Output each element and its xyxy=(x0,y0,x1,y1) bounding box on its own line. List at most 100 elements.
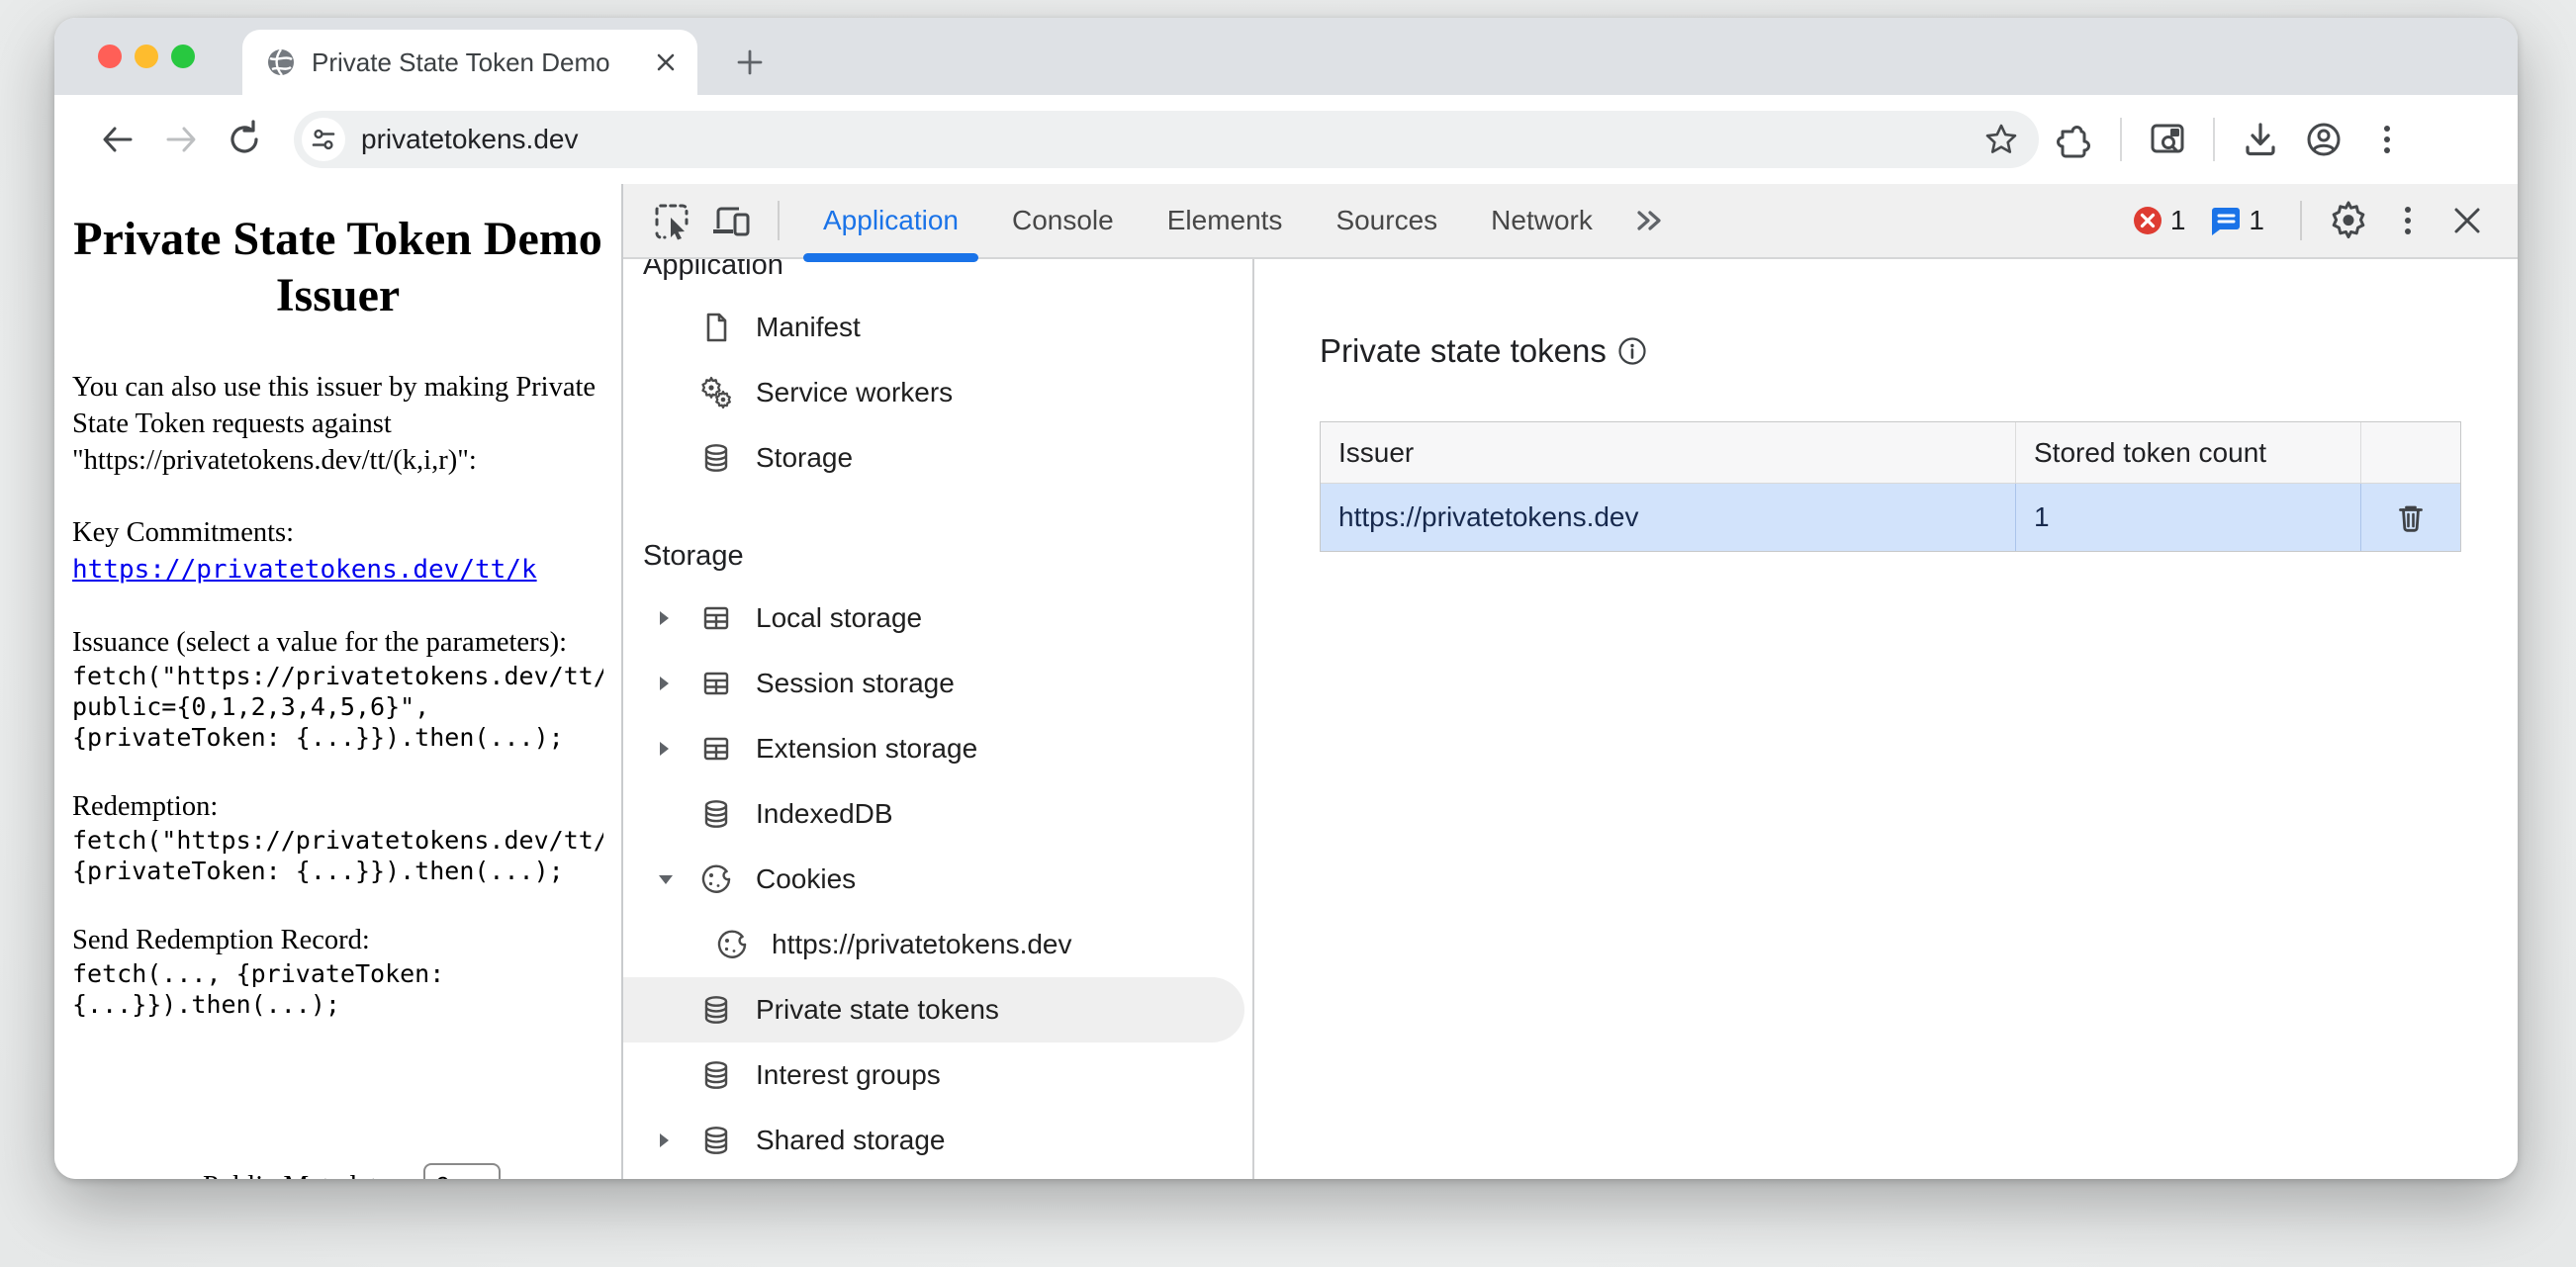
grid-icon xyxy=(696,668,736,699)
browser-tab[interactable]: Private State Token Demo xyxy=(242,30,697,95)
tab-strip: Private State Token Demo xyxy=(54,18,2518,95)
message-badge[interactable]: 1 xyxy=(2209,204,2264,237)
settings-gear-icon[interactable] xyxy=(2324,196,2373,245)
error-badge[interactable]: 1 xyxy=(2131,204,2186,237)
chevron-right-icon[interactable] xyxy=(657,1131,696,1149)
toolbar-divider xyxy=(2120,118,2122,161)
toolbar-divider xyxy=(2300,201,2302,240)
sidebar-item-interest-groups[interactable]: Interest groups xyxy=(623,1042,1252,1108)
message-count: 1 xyxy=(2249,205,2264,236)
chevron-down-icon[interactable] xyxy=(657,872,696,886)
intro-text: You can also use this issuer by making P… xyxy=(72,369,603,479)
inspect-icon[interactable] xyxy=(647,196,696,245)
application-sidebar: Application Manifest xyxy=(623,259,1254,1179)
new-tab-button[interactable] xyxy=(727,40,773,85)
zoom-traffic-icon[interactable] xyxy=(171,45,195,68)
srr-code: fetch(..., {privateToken:{...}}).then(..… xyxy=(72,958,603,1020)
trash-icon[interactable] xyxy=(2394,500,2428,534)
issuance-label: Issuance (select a value for the paramet… xyxy=(72,624,603,661)
kebab-menu-icon[interactable] xyxy=(2383,196,2433,245)
tab-network[interactable]: Network xyxy=(1469,184,1614,257)
issuer-cell[interactable]: https://privatetokens.dev xyxy=(1321,484,2016,551)
tab-elements[interactable]: Elements xyxy=(1146,184,1305,257)
side-search-icon[interactable] xyxy=(2140,112,2195,167)
sidebar-item-cookies[interactable]: Cookies xyxy=(623,847,1252,912)
address-bar[interactable]: privatetokens.dev xyxy=(294,111,2039,168)
tab-close-icon[interactable] xyxy=(654,50,678,74)
gears-icon xyxy=(696,376,736,409)
chevron-right-icon[interactable] xyxy=(657,740,696,758)
chevron-right-icon[interactable] xyxy=(657,609,696,627)
section-application: Application xyxy=(623,259,1252,295)
public-metadata-row: Public Metadata: xyxy=(203,1163,501,1179)
close-icon[interactable] xyxy=(2442,196,2492,245)
key-commitments-link[interactable]: https://privatetokens.dev/tt/k xyxy=(72,555,537,585)
browser-window: Private State Token Demo xyxy=(54,18,2518,1179)
grid-icon xyxy=(696,602,736,634)
sidebar-item-private-state-tokens[interactable]: Private state tokens xyxy=(623,977,1244,1042)
sidebar-item-session-storage[interactable]: Session storage xyxy=(623,651,1252,716)
message-badge-icon xyxy=(2209,204,2243,237)
file-icon xyxy=(696,312,736,343)
active-tab-underline xyxy=(803,253,978,262)
table-row[interactable]: https://privatetokens.dev 1 xyxy=(1321,484,2460,551)
sidebar-item-storage[interactable]: Storage xyxy=(623,425,1252,491)
toolbar-divider xyxy=(778,201,780,240)
window-controls xyxy=(98,45,195,68)
redemption-code: fetch("https://privatetokens.dev/tt/{pri… xyxy=(72,825,603,886)
url-text[interactable]: privatetokens.dev xyxy=(361,124,1966,155)
profile-icon[interactable] xyxy=(2296,112,2351,167)
device-toolbar-icon[interactable] xyxy=(706,196,756,245)
database-icon xyxy=(696,1125,736,1156)
database-icon xyxy=(696,798,736,830)
private-state-tokens-panel: Private state tokens Issuer S xyxy=(1254,259,2518,1179)
database-icon xyxy=(696,994,736,1026)
extensions-puzzle-icon[interactable] xyxy=(2047,112,2102,167)
tab-sources[interactable]: Sources xyxy=(1314,184,1459,257)
tab-application[interactable]: Application xyxy=(801,184,980,257)
public-metadata-input[interactable] xyxy=(423,1163,501,1179)
minimize-traffic-icon[interactable] xyxy=(135,45,158,68)
sidebar-item-shared-storage[interactable]: Shared storage xyxy=(623,1108,1252,1173)
reload-button[interactable] xyxy=(217,112,272,167)
database-icon xyxy=(696,1059,736,1091)
more-tabs-chevron-icon[interactable] xyxy=(1624,196,1674,245)
tokens-table: Issuer Stored token count https://privat… xyxy=(1320,421,2461,552)
database-icon xyxy=(696,442,736,474)
public-metadata-label: Public Metadata: xyxy=(203,1170,398,1180)
sidebar-item-cookie-origin[interactable]: https://privatetokens.dev xyxy=(623,912,1252,977)
panel-title: Private state tokens xyxy=(1320,332,2518,370)
toolbar-divider xyxy=(2213,118,2215,161)
forward-button[interactable] xyxy=(153,112,209,167)
tab-console[interactable]: Console xyxy=(990,184,1136,257)
redemption-label: Redemption: xyxy=(72,788,603,825)
error-count: 1 xyxy=(2170,205,2186,236)
chevron-right-icon[interactable] xyxy=(657,675,696,692)
cookie-icon xyxy=(712,928,752,961)
bookmark-star-icon[interactable] xyxy=(1981,120,2021,159)
kebab-menu-icon[interactable] xyxy=(2359,112,2415,167)
sidebar-item-extension-storage[interactable]: Extension storage xyxy=(623,716,1252,781)
page-title: Private State Token Demo Issuer xyxy=(72,212,603,323)
key-commitments-label: Key Commitments: xyxy=(72,514,603,551)
back-button[interactable] xyxy=(90,112,145,167)
demo-page: Private State Token Demo Issuer You can … xyxy=(54,184,621,1179)
devtools-panel: Application Console Elements Sources Net… xyxy=(621,184,2518,1179)
tab-title: Private State Token Demo xyxy=(312,47,638,78)
devtools-toolbar: Application Console Elements Sources Net… xyxy=(623,184,2518,259)
sidebar-item-manifest[interactable]: Manifest xyxy=(623,295,1252,360)
column-header-actions xyxy=(2361,422,2460,483)
close-traffic-icon[interactable] xyxy=(98,45,122,68)
sidebar-item-local-storage[interactable]: Local storage xyxy=(623,586,1252,651)
info-icon[interactable] xyxy=(1616,335,1648,367)
cookie-icon xyxy=(696,862,736,896)
stored-token-count-cell[interactable]: 1 xyxy=(2016,484,2361,551)
sidebar-item-indexeddb[interactable]: IndexedDB xyxy=(623,781,1252,847)
error-badge-icon xyxy=(2131,204,2164,237)
column-header-issuer[interactable]: Issuer xyxy=(1321,422,2016,483)
tune-icon[interactable] xyxy=(302,118,345,161)
column-header-stored-token-count[interactable]: Stored token count xyxy=(2016,422,2361,483)
grid-icon xyxy=(696,733,736,765)
sidebar-item-service-workers[interactable]: Service workers xyxy=(623,360,1252,425)
download-icon[interactable] xyxy=(2233,112,2288,167)
